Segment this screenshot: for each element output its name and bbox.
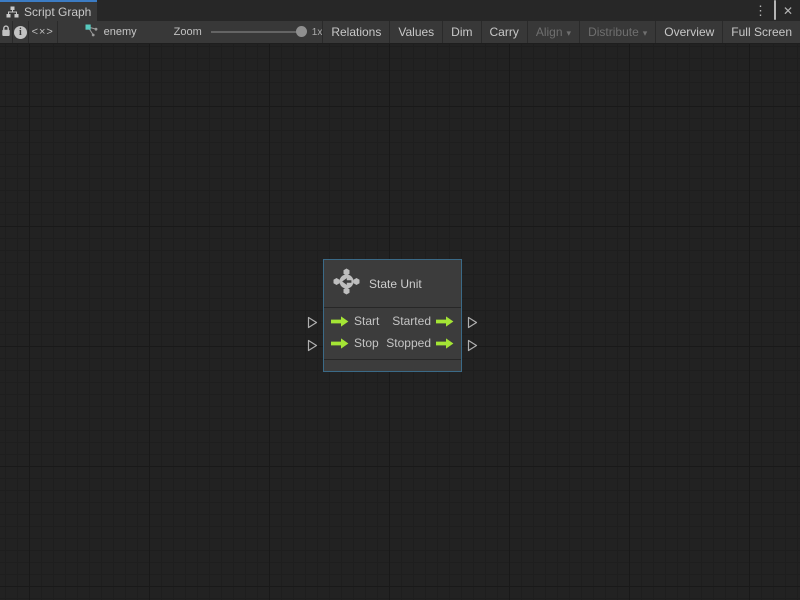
node-title: State Unit [369, 276, 422, 291]
graph-toolbar: i <×> enemy Zoom 1x Relations Values Dim… [0, 21, 800, 44]
tab-title: Script Graph [24, 4, 92, 19]
lock-button[interactable] [0, 21, 13, 43]
flow-arrow-icon [436, 315, 454, 327]
window-menu-icon[interactable]: ⋮ [754, 4, 767, 17]
zoom-slider[interactable] [210, 26, 307, 37]
flow-arrow-icon [331, 315, 349, 327]
relations-button[interactable]: Relations [322, 21, 389, 43]
info-button[interactable]: i [13, 21, 29, 43]
node-ports: Start Started Stop Stopped [324, 308, 461, 354]
dim-button[interactable]: Dim [442, 21, 480, 43]
output-port-started[interactable]: Started [392, 314, 454, 328]
carry-button[interactable]: Carry [480, 21, 527, 43]
input-port-start[interactable]: Start [331, 314, 379, 328]
code-preview-toggle[interactable]: <×> [29, 21, 58, 43]
graph-name-label: enemy [103, 26, 137, 38]
window-controls: ⋮ ✕ [754, 0, 800, 21]
overview-button[interactable]: Overview [655, 21, 722, 43]
graph-canvas[interactable]: State Unit Start Started Stop Stopped [0, 44, 800, 600]
zoom-value: 1x [311, 26, 323, 38]
zoom-label: Zoom [173, 26, 202, 38]
external-connector-icon[interactable] [467, 316, 478, 329]
distribute-dropdown: Distribute ▾ [579, 21, 655, 43]
node-footer [324, 359, 461, 371]
align-dropdown: Align ▾ [526, 21, 579, 43]
close-icon[interactable]: ✕ [783, 5, 793, 17]
fullscreen-button[interactable]: Full Screen [722, 21, 800, 43]
titlebar: Script Graph ⋮ ✕ [0, 0, 800, 21]
values-button[interactable]: Values [389, 21, 442, 43]
port-row: Start Started [324, 310, 461, 332]
external-connector-icon[interactable] [307, 339, 318, 352]
node-header[interactable]: State Unit [324, 260, 461, 308]
flow-arrow-icon [331, 337, 349, 349]
maximize-icon [773, 0, 776, 20]
state-unit-icon [333, 268, 360, 300]
code-preview-label: <×> [31, 26, 54, 38]
zoom-control: Zoom 1x [173, 26, 323, 38]
external-connector-icon[interactable] [307, 316, 318, 329]
port-row: Stop Stopped [324, 332, 461, 354]
graph-node-icon [85, 24, 98, 40]
zoom-slider-handle[interactable] [295, 26, 307, 37]
maximize-button[interactable] [773, 0, 776, 20]
state-unit-node[interactable]: State Unit Start Started Stop Stopped [307, 259, 478, 372]
lock-icon [0, 24, 12, 41]
script-graph-window: Script Graph ⋮ ✕ i <×> enemy Zoom 1x Rel… [0, 0, 800, 600]
external-connector-icon[interactable] [467, 339, 478, 352]
graph-reference[interactable]: enemy [85, 24, 137, 40]
input-port-stop[interactable]: Stop [331, 336, 379, 350]
output-port-stopped[interactable]: Stopped [386, 336, 454, 350]
info-icon: i [13, 25, 27, 39]
chevron-down-icon: ▾ [566, 27, 572, 38]
toolbar-buttons: Relations Values Dim Carry Align ▾ Distr… [322, 21, 800, 43]
graph-hierarchy-icon [6, 6, 19, 18]
tab-script-graph[interactable]: Script Graph [0, 0, 97, 21]
chevron-down-icon: ▾ [642, 27, 648, 38]
flow-arrow-icon [436, 337, 454, 349]
